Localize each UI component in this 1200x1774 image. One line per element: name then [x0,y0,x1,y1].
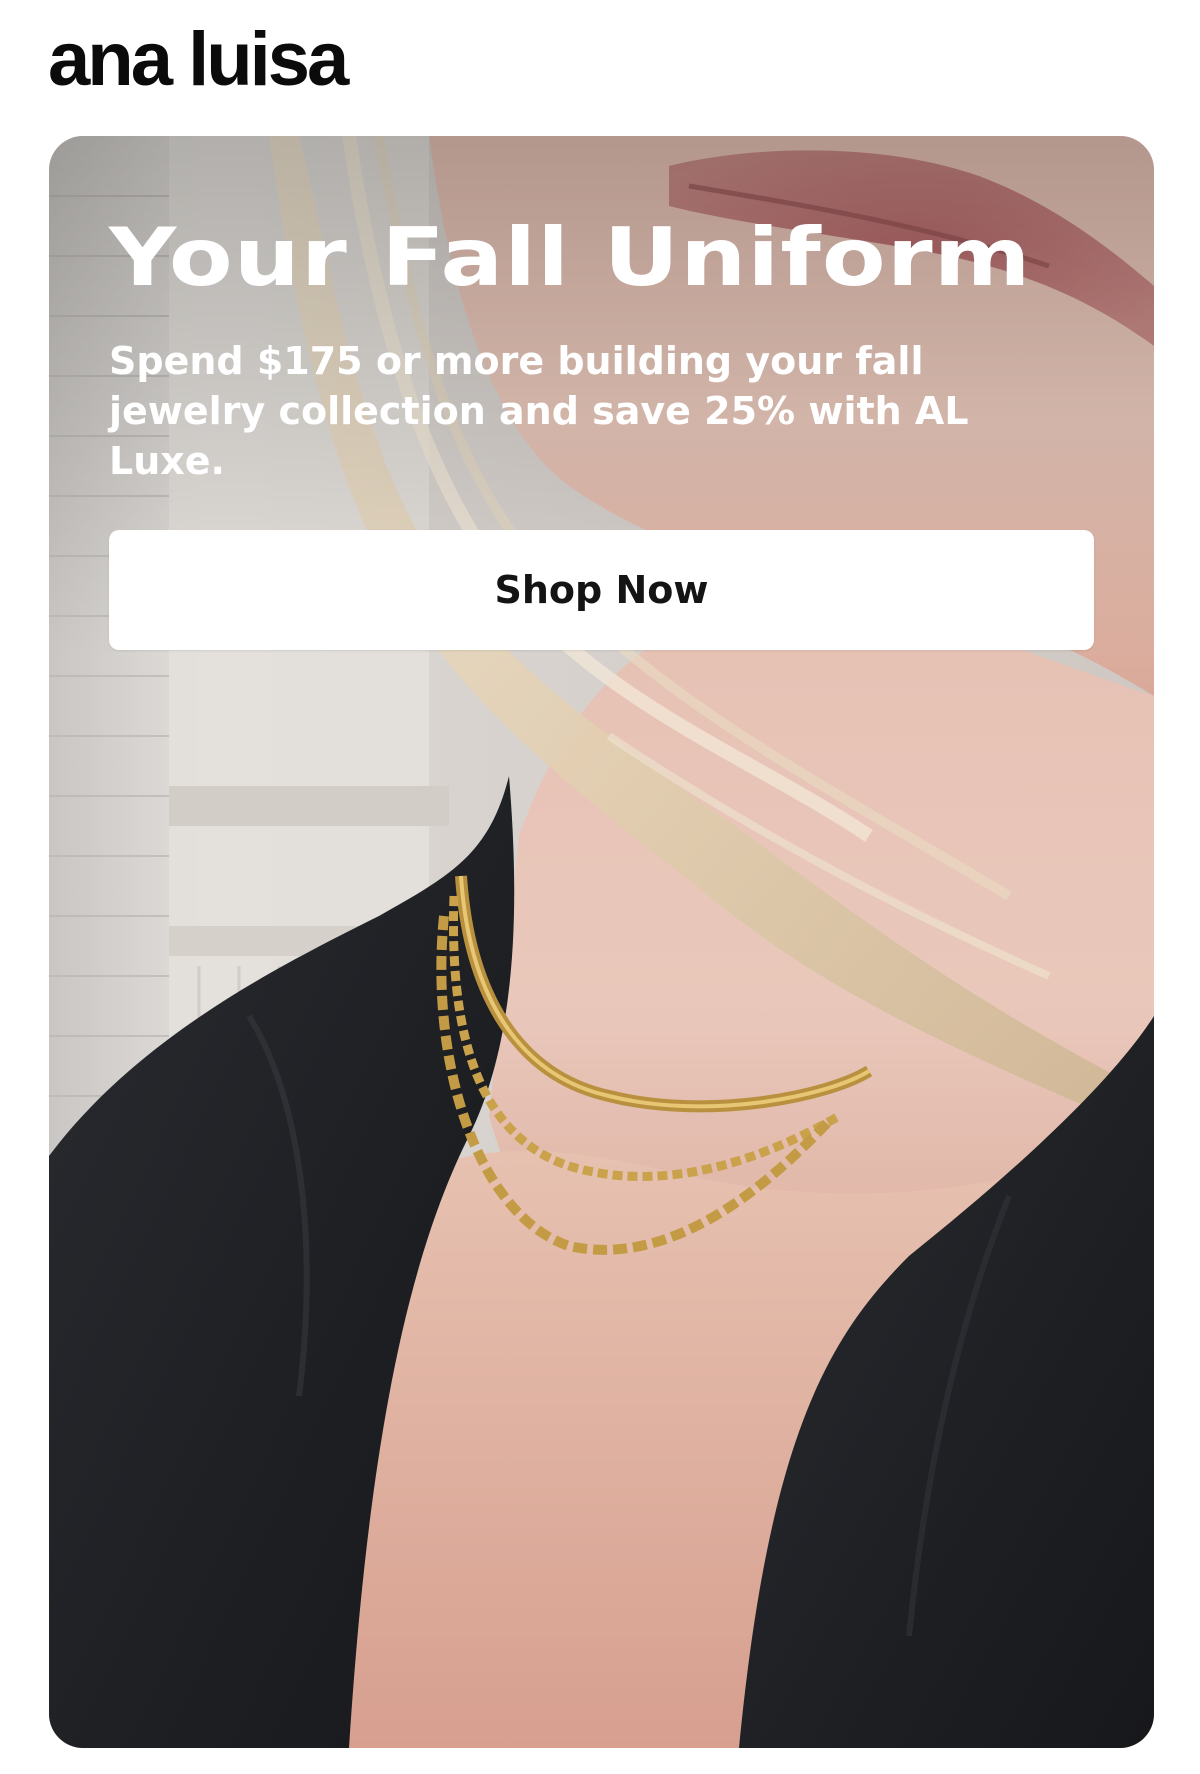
hero-content: Your Fall Uniform Spend $175 or more bui… [109,214,1094,650]
hero-banner[interactable]: Your Fall Uniform Spend $175 or more bui… [49,136,1154,1748]
hero-subtext: Spend $175 or more building your fall je… [109,339,969,483]
shop-now-button[interactable]: Shop Now [109,530,1094,650]
brand-logo[interactable]: ana luisa [48,22,349,98]
shop-now-label: Shop Now [494,568,709,612]
site-header: ana luisa [48,20,349,100]
hero-headline: Your Fall Uniform [109,211,1032,304]
